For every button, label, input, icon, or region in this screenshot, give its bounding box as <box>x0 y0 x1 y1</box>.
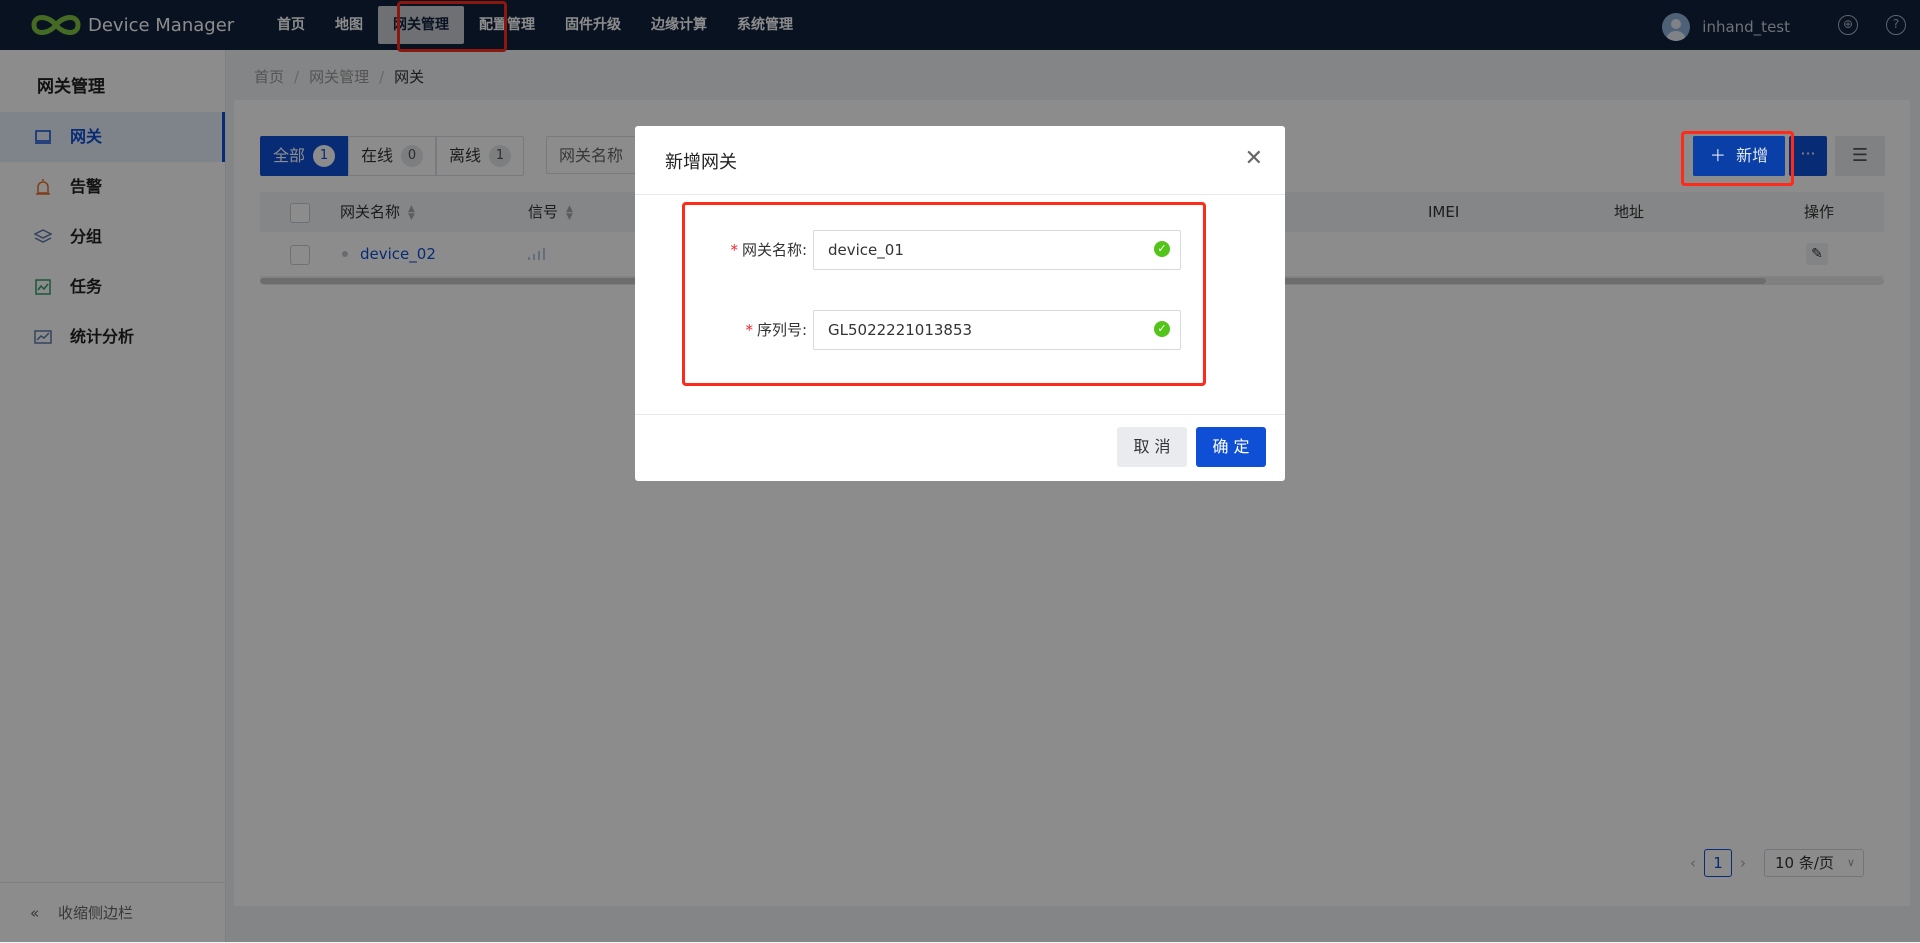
confirm-button[interactable]: 确 定 <box>1196 427 1266 467</box>
dialog-footer: 取 消 确 定 <box>635 414 1285 481</box>
dialog-header: 新增网关 ✕ <box>635 126 1285 195</box>
close-icon[interactable]: ✕ <box>1245 146 1263 171</box>
highlight-box <box>682 202 1206 386</box>
cancel-button[interactable]: 取 消 <box>1117 427 1187 467</box>
dialog-title: 新增网关 <box>665 152 737 173</box>
highlight-box <box>1681 131 1794 186</box>
